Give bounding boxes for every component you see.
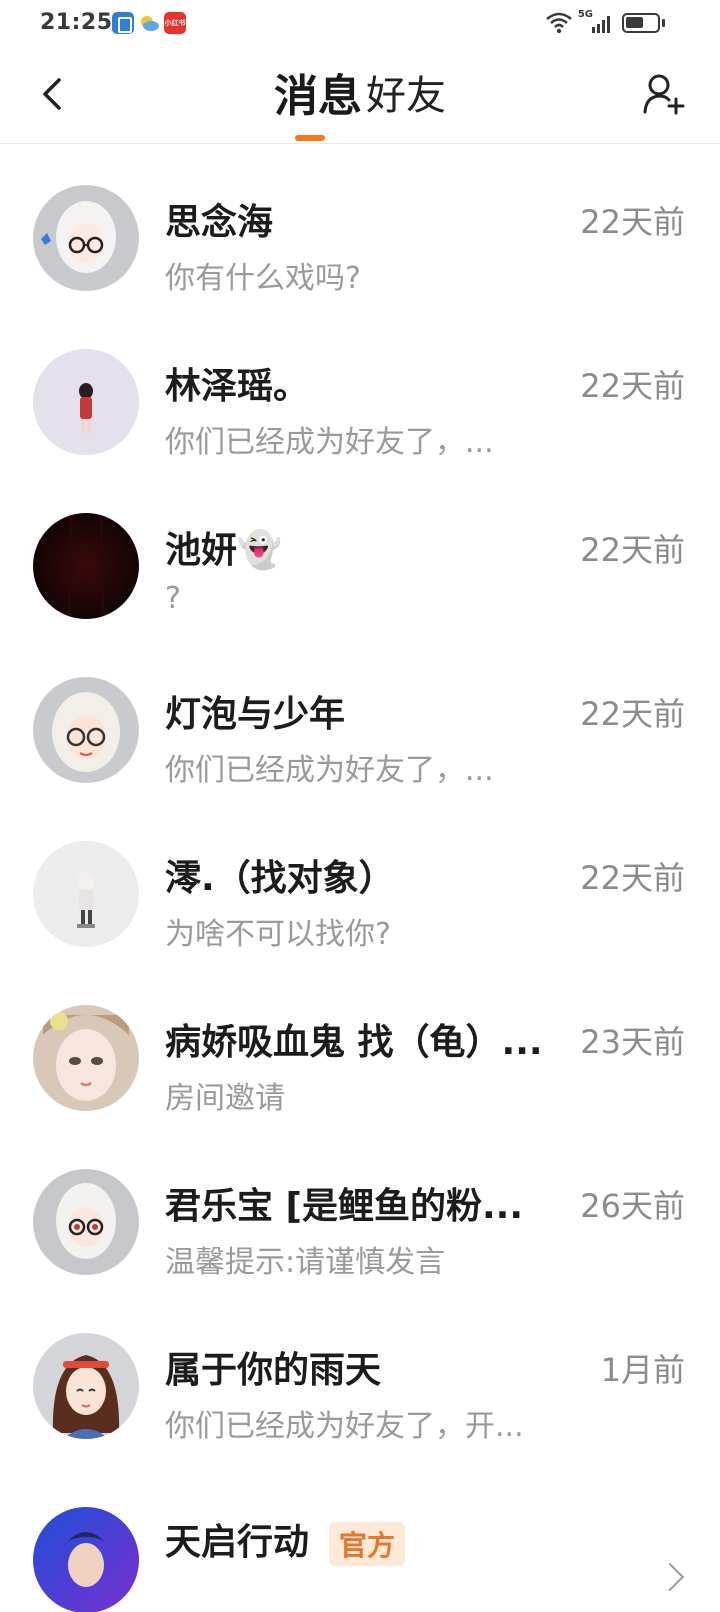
message-time: 22天前 [580, 203, 685, 241]
contact-name: 天启行动 官方 [165, 1513, 406, 1566]
official-badge: 官方 [329, 1522, 406, 1566]
conversation-item[interactable]: 灯泡与少年 22天前 你们已经成为好友了，... [0, 637, 720, 806]
avatar [33, 841, 139, 947]
avatar [33, 349, 139, 455]
wifi-icon [546, 12, 572, 38]
message-preview: 为啥不可以找你? [165, 917, 391, 952]
message-preview: 你们已经成为好友了，... [165, 425, 494, 460]
status-time: 21:25 [40, 10, 113, 35]
avatar [33, 513, 139, 619]
contact-name: 林泽瑶。 [165, 366, 310, 407]
message-preview: 温馨提示:请谨慎发言 [165, 1245, 446, 1280]
active-tab-indicator [295, 135, 325, 141]
conversation-item[interactable]: 君乐宝 [是鲤鱼的粉... 26天前 温馨提示:请谨慎发言 [0, 1129, 720, 1298]
avatar [33, 1507, 139, 1612]
tab-messages[interactable]: 消息 [274, 62, 362, 122]
top-navigation-bar: 消息 好友 [0, 48, 720, 144]
contact-name-text: 天启行动 [165, 1522, 310, 1563]
conversation-item[interactable]: 病娇吸血鬼 找（龟）... 23天前 房间邀请 [0, 965, 720, 1134]
message-preview: 你们已经成为好友了，... [165, 753, 494, 788]
contact-name: 思念海 [165, 202, 274, 243]
message-preview: 房间邀请 [165, 1081, 285, 1116]
avatar [33, 677, 139, 783]
message-time: 22天前 [580, 531, 685, 569]
contact-name: 君乐宝 [是鲤鱼的粉... [165, 1186, 524, 1227]
avatar [33, 185, 139, 291]
contact-name: 澪.（找对象） [165, 858, 395, 899]
message-time: 1月前 [600, 1351, 685, 1389]
message-preview: 你们已经成为好友了，开... [165, 1409, 524, 1444]
avatar [33, 1005, 139, 1111]
add-friend-button[interactable] [638, 68, 690, 120]
conversation-item[interactable]: 属于你的雨天 1月前 你们已经成为好友了，开... [0, 1293, 720, 1462]
add-user-icon [643, 74, 685, 115]
contact-name: 属于你的雨天 [165, 1350, 382, 1391]
message-time: 22天前 [580, 367, 685, 405]
message-time: 22天前 [580, 695, 685, 733]
contact-name: 灯泡与少年 [165, 694, 346, 735]
message-time: 23天前 [580, 1023, 685, 1061]
message-preview: 你有什么戏吗? [165, 261, 361, 296]
status-bar: 21:25 小红书 5G [0, 0, 720, 48]
conversation-item[interactable]: 池妍👻 22天前 ? [0, 473, 720, 642]
conversation-item[interactable]: 思念海 22天前 你有什么戏吗? [0, 145, 720, 314]
avatar [33, 1169, 139, 1275]
notification-app-icon [112, 12, 134, 34]
conversation-item[interactable]: 澪.（找对象） 22天前 为啥不可以找你? [0, 801, 720, 970]
message-preview: ? [165, 581, 181, 616]
network-type-label: 5G [577, 9, 593, 20]
avatar [33, 1333, 139, 1439]
conversation-item[interactable]: 林泽瑶。 22天前 你们已经成为好友了，... [0, 309, 720, 478]
contact-name: 病娇吸血鬼 找（龟）... [165, 1022, 543, 1063]
tab-bar: 消息 好友 [0, 62, 720, 122]
notification-xiaohongshu-icon: 小红书 [164, 12, 186, 34]
message-time: 22天前 [580, 859, 685, 897]
tab-friends[interactable]: 好友 [366, 62, 446, 122]
signal-icon [592, 14, 614, 38]
notification-weather-icon [138, 12, 160, 34]
chevron-right-icon [655, 1562, 685, 1592]
battery-icon [622, 13, 665, 33]
message-time: 26天前 [580, 1187, 685, 1225]
conversation-item-official[interactable]: 天启行动 官方 [0, 1457, 720, 1612]
contact-name: 池妍👻 [165, 530, 282, 571]
